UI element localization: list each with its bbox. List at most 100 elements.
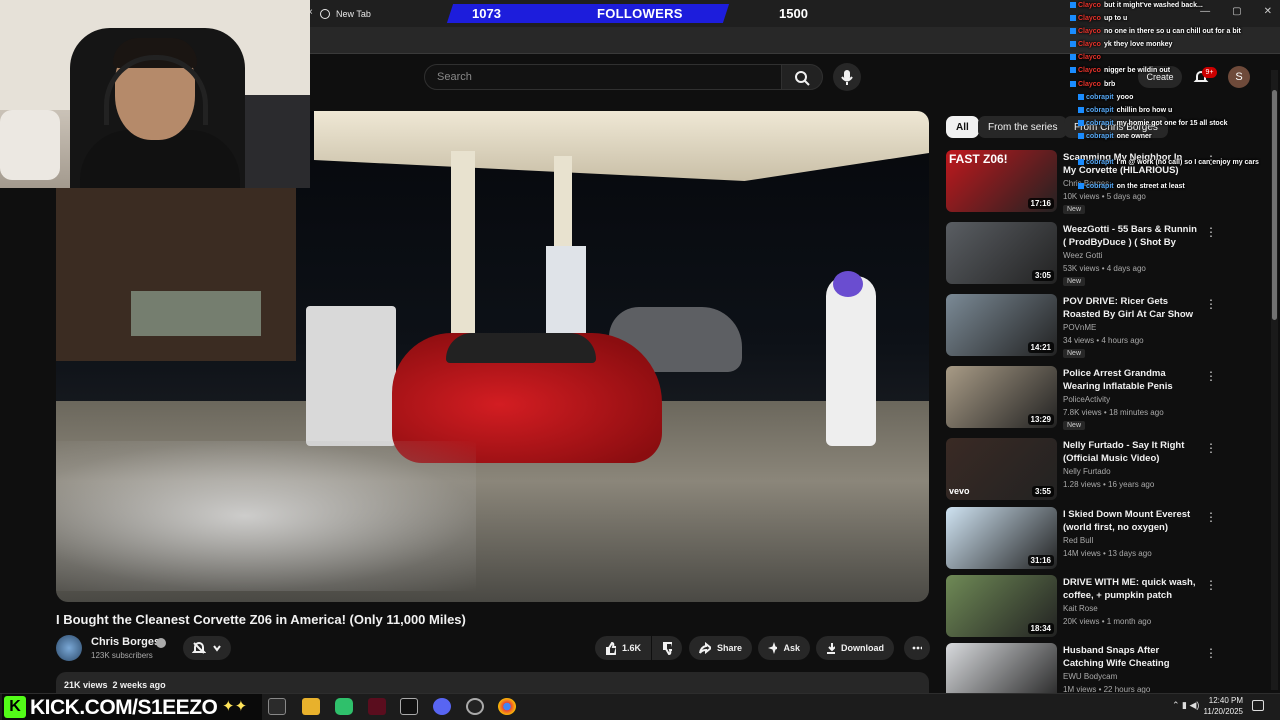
video-frame-pump xyxy=(546,246,586,336)
recommendation-age: 13 days ago xyxy=(1108,549,1152,558)
file-explorer-icon[interactable] xyxy=(302,698,320,715)
recommendation-views: 1.28 views xyxy=(1063,480,1101,489)
more-vertical-icon[interactable]: ⋮ xyxy=(1205,646,1217,660)
recommendation-channel[interactable]: POVnME xyxy=(1063,323,1096,332)
subscription-button[interactable] xyxy=(183,636,231,660)
recommendation-channel[interactable]: Red Bull xyxy=(1063,536,1093,545)
browser-tab[interactable]: New Tab xyxy=(320,4,371,24)
chat-message: Clayco nigger be wildin out xyxy=(1070,67,1170,74)
like-count: 1.6K xyxy=(621,643,641,653)
share-label: Share xyxy=(716,643,742,653)
recommendation-item[interactable]: 14:21 POV DRIVE: Ricer Gets Roasted By Gi… xyxy=(946,294,1276,358)
like-button[interactable]: 1.6K xyxy=(595,636,651,660)
recommendation-title[interactable]: WeezGotti - 55 Bars & Runnin ( ProdByDuc… xyxy=(1063,223,1198,250)
recommendation-channel[interactable]: Nelly Furtado xyxy=(1063,467,1111,476)
view-count: 21K views xyxy=(64,680,108,690)
streamer-webcam xyxy=(0,0,310,188)
chat-badge-icon xyxy=(1070,41,1076,48)
voice-search-button[interactable] xyxy=(833,63,861,91)
chrome-icon[interactable] xyxy=(498,698,516,715)
duration-badge: 14:21 xyxy=(1027,342,1054,353)
tab-title: New Tab xyxy=(336,9,371,19)
discord-icon[interactable] xyxy=(433,698,451,715)
recommendation-title[interactable]: POV DRIVE: Ricer Gets Roasted By Girl At… xyxy=(1063,295,1198,322)
stream-chat-overlay: Clayco but it might've washed back... Clay… xyxy=(1068,0,1280,200)
recommendation-channel[interactable]: Kait Rose xyxy=(1063,604,1098,613)
kick-channel-url: KICK.COM/S1EEZO xyxy=(30,696,218,719)
webcam-pillow xyxy=(0,110,60,180)
recommendation-channel[interactable]: EWU Bodycam xyxy=(1063,672,1117,681)
share-button[interactable]: Share xyxy=(689,636,752,660)
chat-text: no one in there so u can chill out for a… xyxy=(1103,28,1241,35)
search-input[interactable]: Search xyxy=(424,64,782,90)
system-tray[interactable]: ⌃ ▮ ◀) xyxy=(1172,700,1199,711)
microphone-icon xyxy=(841,70,853,85)
more-vertical-icon[interactable]: ⋮ xyxy=(1205,225,1217,239)
share-icon xyxy=(699,641,711,654)
video-frame-window xyxy=(131,291,261,336)
chat-badge-icon xyxy=(1070,2,1076,9)
subscriber-count: 123K subscribers xyxy=(91,651,153,660)
recommendation-title[interactable]: Nelly Furtado - Say It Right (Official M… xyxy=(1063,439,1198,466)
recommendation-views: 20K views xyxy=(1063,617,1100,626)
recommendation-item[interactable]: vevo 3:55 Nelly Furtado - Say It Right (Of… xyxy=(946,438,1276,502)
clock-time: 12:40 PM xyxy=(1208,696,1243,705)
app-maroon-icon[interactable] xyxy=(368,698,386,715)
recommendation-item[interactable]: 31:16 I Skied Down Mount Everest (world f… xyxy=(946,507,1276,571)
more-actions-button[interactable] xyxy=(904,636,930,660)
follower-goal: 1500 xyxy=(779,6,808,21)
recommendation-item[interactable]: 18:34 DRIVE WITH ME: quick wash, coffee, … xyxy=(946,575,1276,639)
follower-label: FOLLOWERS xyxy=(597,6,683,21)
more-vertical-icon[interactable]: ⋮ xyxy=(1205,510,1217,524)
recommendation-title[interactable]: I Skied Down Mount Everest (world first,… xyxy=(1063,508,1198,535)
recommendation-meta: 20K views • 1 month ago xyxy=(1063,617,1152,626)
video-thumbnail[interactable]: 31:16 xyxy=(946,507,1057,569)
follower-count: 1073 xyxy=(472,6,501,21)
video-thumbnail[interactable]: FAST Z06! 17:16 xyxy=(946,150,1057,212)
recommendation-age: 1 month ago xyxy=(1106,617,1152,626)
chat-text: up to u xyxy=(1103,15,1128,22)
chat-badge-icon xyxy=(1078,107,1084,114)
taskbar-clock[interactable]: 12:40 PM 11/20/2025 xyxy=(1201,695,1243,717)
chat-badge-icon xyxy=(1078,120,1084,127)
new-badge: New xyxy=(1063,421,1086,430)
ask-button[interactable]: Ask xyxy=(758,636,810,660)
recommendation-age: 4 days ago xyxy=(1106,264,1146,273)
recommendation-title[interactable]: Police Arrest Grandma Wearing Inflatable… xyxy=(1063,367,1198,394)
notification-center-icon[interactable] xyxy=(1252,700,1264,711)
more-vertical-icon[interactable]: ⋮ xyxy=(1205,441,1217,455)
recommendation-item[interactable]: 13:29 Police Arrest Grandma Wearing Infla… xyxy=(946,366,1276,430)
video-thumbnail[interactable]: 3:05 xyxy=(946,222,1057,284)
dislike-button[interactable] xyxy=(652,636,682,660)
more-vertical-icon[interactable]: ⋮ xyxy=(1205,578,1217,592)
video-thumbnail[interactable]: 18:34 xyxy=(946,575,1057,637)
download-button[interactable]: Download xyxy=(816,636,894,660)
video-thumbnail[interactable]: vevo 3:55 xyxy=(946,438,1057,500)
obs-icon[interactable] xyxy=(466,698,484,715)
chat-username: Clayco xyxy=(1078,67,1101,74)
more-vertical-icon[interactable]: ⋮ xyxy=(1205,297,1217,311)
recommendation-title[interactable]: Husband Snaps After Catching Wife Cheati… xyxy=(1063,644,1198,671)
search-button[interactable] xyxy=(781,64,823,90)
video-stats: 21K views 2 weeks ago xyxy=(64,680,166,690)
epic-games-icon[interactable] xyxy=(400,698,418,715)
recommendation-title[interactable]: DRIVE WITH ME: quick wash, coffee, + pum… xyxy=(1063,576,1198,603)
video-thumbnail[interactable]: 13:29 xyxy=(946,366,1057,428)
task-view-icon[interactable] xyxy=(268,698,286,715)
recommendation-channel[interactable]: Weez Gotti xyxy=(1063,251,1102,260)
chat-badge-icon xyxy=(1070,67,1076,74)
chip-all[interactable]: All xyxy=(946,116,979,138)
video-thumbnail[interactable]: 14:21 xyxy=(946,294,1057,356)
recommendation-views: 53K views xyxy=(1063,264,1100,273)
chat-text: nigger be wildin out xyxy=(1103,67,1171,74)
recommendation-channel[interactable]: PoliceActivity xyxy=(1063,395,1110,404)
app-green-icon[interactable] xyxy=(335,698,353,715)
search-icon xyxy=(795,71,810,86)
channel-name[interactable]: Chris Borges xyxy=(91,636,160,648)
recommendation-item[interactable]: 3:05 WeezGotti - 55 Bars & Runnin ( ProdB… xyxy=(946,222,1276,286)
channel-avatar[interactable] xyxy=(56,635,82,661)
chat-message: Clayco brb xyxy=(1070,81,1115,88)
chat-badge-icon xyxy=(1078,133,1084,140)
chip-from-the-series[interactable]: From the series xyxy=(978,116,1068,138)
more-vertical-icon[interactable]: ⋮ xyxy=(1205,369,1217,383)
